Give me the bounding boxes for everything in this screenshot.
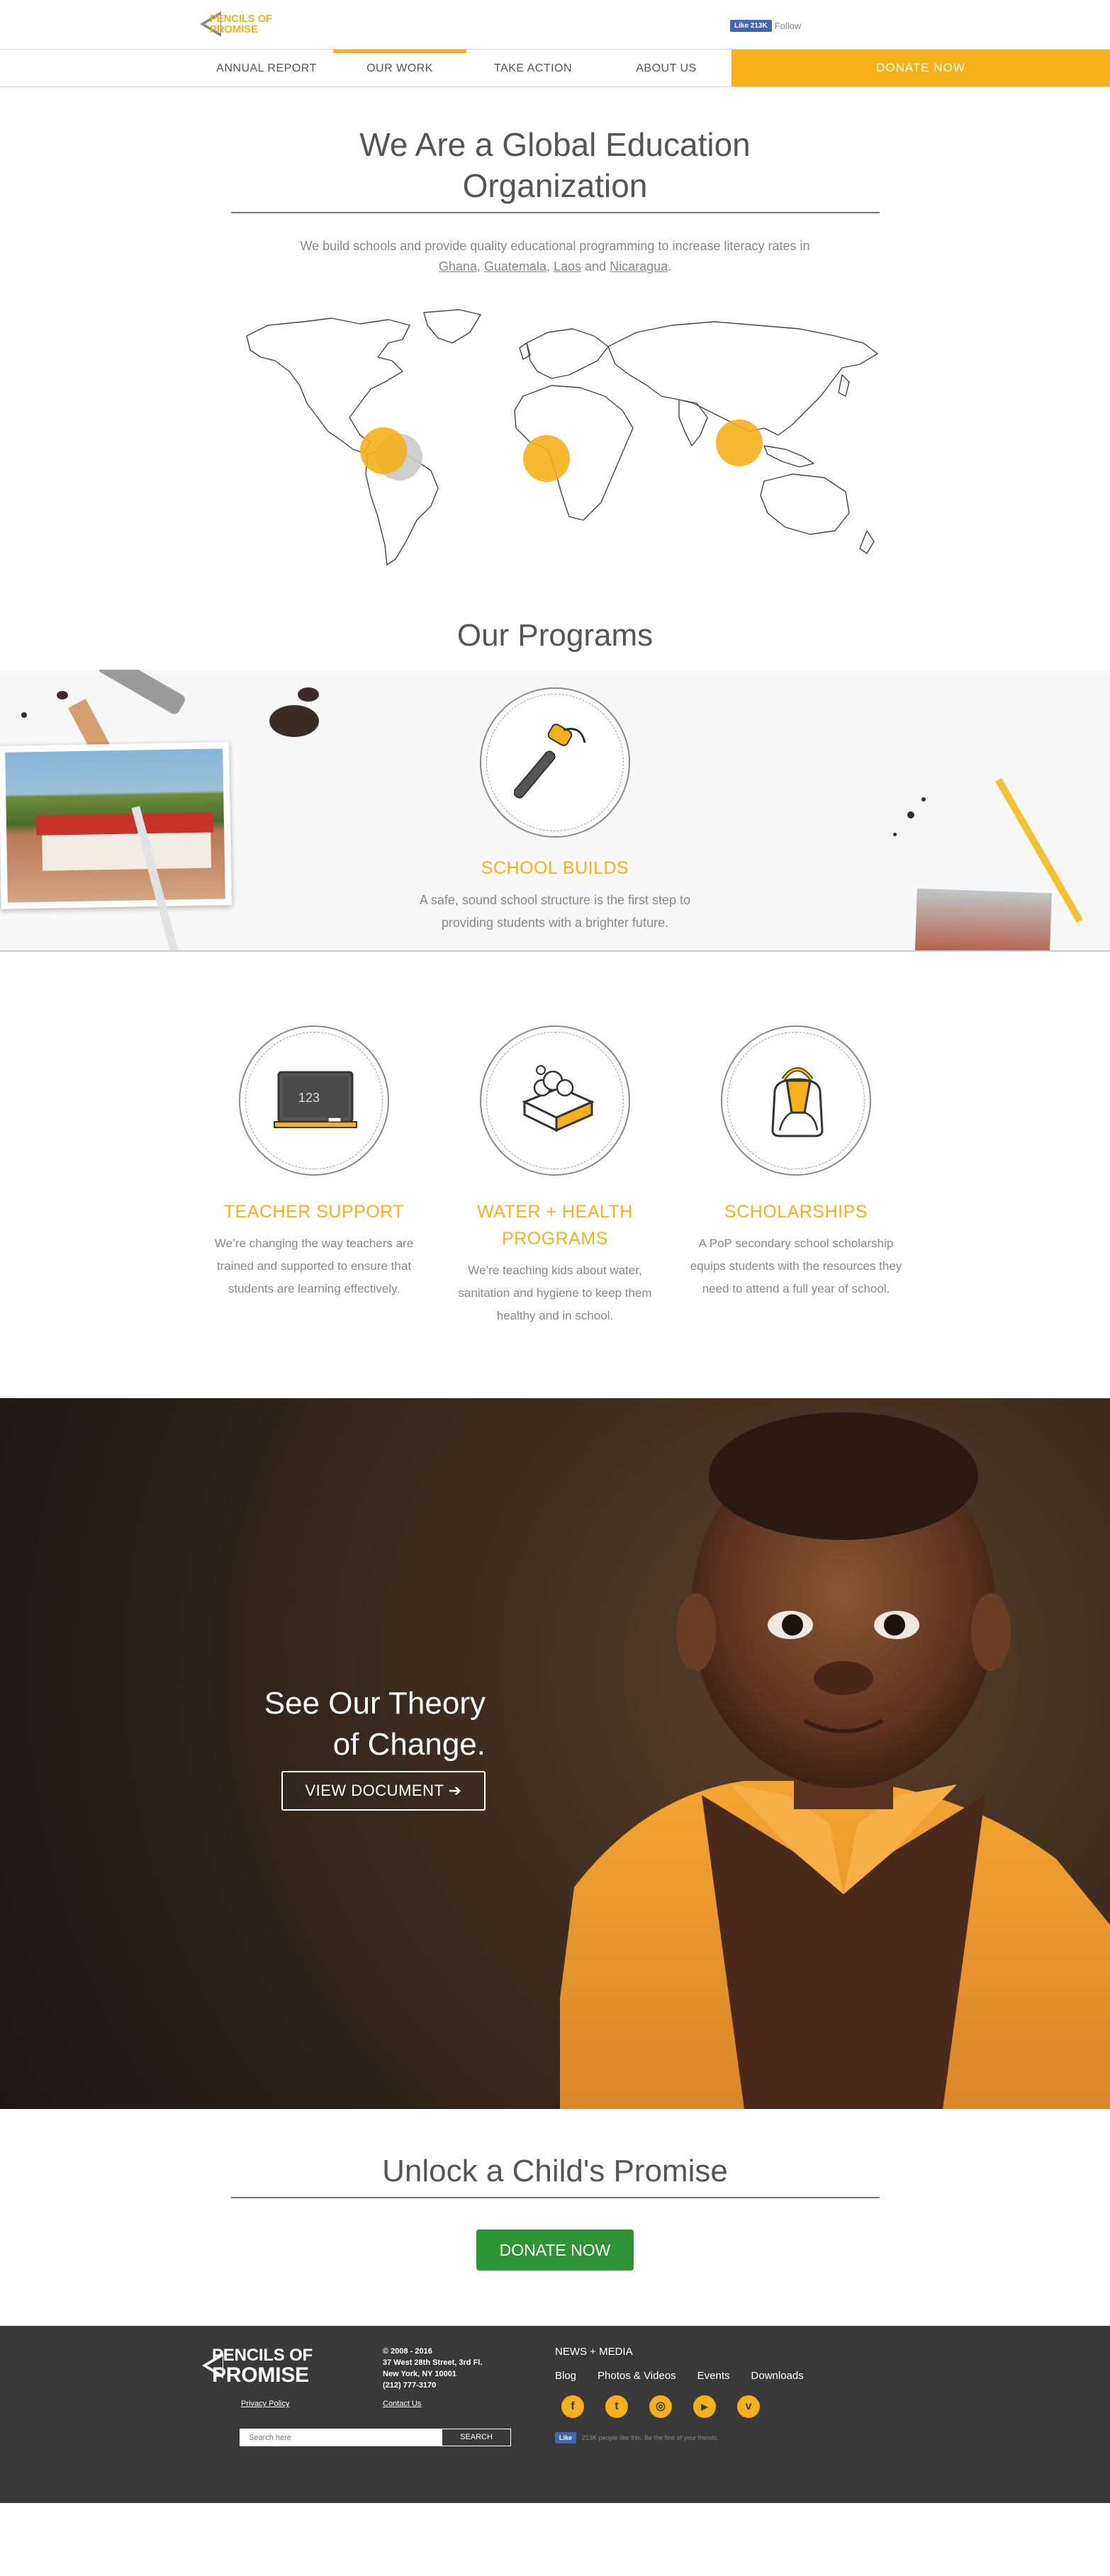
footer-address: © 2008 - 2016 37 West 28th Street, 3rd F… [383, 2347, 483, 2390]
school-builds-title: SCHOOL BUILDS [481, 858, 629, 878]
program-desc: We’re teaching kids about water, sanitat… [458, 1264, 652, 1322]
intro-text: We build schools and provide quality edu… [300, 239, 810, 274]
footer-facebook-like-text: 213K people like this. Be the first of y… [582, 2434, 719, 2441]
title-divider [230, 212, 880, 213]
nav-item-take-action[interactable]: TAKE ACTION [466, 50, 600, 86]
footer-search: SEARCH [240, 2429, 511, 2446]
footer-search-button[interactable]: SEARCH [442, 2429, 511, 2446]
country-link-laos[interactable]: Laos [554, 259, 581, 274]
footer-link-downloads[interactable]: Downloads [751, 2370, 804, 2382]
svg-text:123: 123 [298, 1091, 320, 1105]
view-document-button[interactable]: VIEW DOCUMENT ➔ [281, 1771, 486, 1811]
logo-text-bottom: PROMISE [210, 23, 258, 35]
hammer-icon [480, 687, 630, 838]
privacy-policy-link[interactable]: Privacy Policy [241, 2400, 289, 2408]
theory-of-change-hero: See Our Theory of Change. VIEW DOCUMENT … [0, 1398, 1110, 2109]
program-water-health: WATER + HEALTH PROGRAMS We’re teaching k… [449, 1025, 661, 1327]
programs-title: Our Programs [456, 618, 654, 653]
footer-search-input[interactable] [240, 2429, 442, 2446]
hero-heading: See Our Theory of Change. [264, 1686, 486, 1762]
footer-logo[interactable]: PENCILS OF PROMISE [202, 2346, 313, 2386]
program-teacher-support: 123 TEACHER SUPPORT We’re changing the w… [208, 1025, 420, 1327]
page-title: We Are a Global Education Organization [359, 126, 751, 204]
laos-marker[interactable] [716, 420, 763, 466]
social-links: f t ◎ ▶ v [561, 2395, 760, 2418]
news-media-heading: NEWS + MEDIA [555, 2346, 633, 2358]
site-logo[interactable]: PENCILS OF PROMISE [200, 11, 272, 37]
youtube-icon[interactable]: ▶ [693, 2395, 716, 2418]
country-link-guatemala[interactable]: Guatemala [484, 259, 546, 274]
student-photo [560, 1412, 1110, 2109]
facebook-follow-link[interactable]: Follow [775, 21, 802, 31]
chalkboard-icon: 123 [239, 1025, 389, 1176]
programs-grid: 123 TEACHER SUPPORT We’re changing the w… [0, 1025, 1110, 1327]
footer-facebook-like-button[interactable]: Like [555, 2432, 577, 2443]
footer-link-events[interactable]: Events [697, 2370, 730, 2382]
nav-donate-button[interactable]: DONATE NOW [731, 50, 1110, 86]
main-nav: ANNUAL REPORT OUR WORK TAKE ACTION ABOUT… [0, 50, 1110, 87]
facebook-like-button[interactable]: Like 213K [730, 20, 772, 32]
footer-menu: Blog Photos & Videos Events Downloads [555, 2370, 804, 2382]
school-builds-band: SCHOOL BUILDS A safe, sound school struc… [0, 670, 1110, 952]
facebook-widget: Like 213K Follow [730, 20, 801, 32]
program-scholarships: SCHOLARSHIPS A PoP secondary school scho… [690, 1025, 902, 1327]
soap-icon [480, 1025, 630, 1176]
hammer-head-decoration [96, 670, 187, 716]
twitter-icon[interactable]: t [605, 2395, 628, 2418]
nav-item-our-work[interactable]: OUR WORK [333, 50, 466, 86]
program-title: TEACHER SUPPORT [223, 1202, 405, 1222]
nav-item-about-us[interactable]: ABOUT US [600, 50, 733, 86]
guatemala-marker[interactable] [360, 427, 407, 474]
cta-divider [230, 2197, 880, 2198]
program-title: SCHOLARSHIPS [724, 1202, 868, 1222]
school-builds-desc: A safe, sound school structure is the fi… [419, 893, 691, 930]
cta-title: Unlock a Child's Promise [382, 2154, 728, 2188]
program-desc: We’re changing the way teachers are trai… [214, 1237, 414, 1295]
facebook-icon[interactable]: f [561, 2395, 584, 2418]
school-photo-right [914, 888, 1052, 950]
school-builds-card: SCHOOL BUILDS A safe, sound school struc… [413, 687, 697, 934]
world-map [225, 304, 885, 573]
vimeo-icon[interactable]: v [737, 2395, 760, 2418]
site-footer: PENCILS OF PROMISE © 2008 - 2016 37 West… [0, 2326, 1110, 2503]
contact-us-link[interactable]: Contact Us [383, 2400, 421, 2408]
site-header: PENCILS OF PROMISE Like 213K Follow [0, 0, 1110, 50]
program-title: WATER + HEALTH PROGRAMS [477, 1202, 633, 1249]
backpack-icon [721, 1025, 871, 1176]
donate-now-button[interactable]: DONATE NOW [476, 2229, 634, 2271]
footer-link-photos-videos[interactable]: Photos & Videos [598, 2370, 676, 2382]
ghana-marker[interactable] [523, 435, 570, 482]
intro-section: We Are a Global Education Organization W… [0, 124, 1110, 573]
footer-link-blog[interactable]: Blog [555, 2370, 576, 2382]
logo-text-top: PENCILS OF [210, 13, 273, 25]
school-photo [0, 742, 232, 909]
program-desc: A PoP secondary school scholarship equip… [690, 1237, 902, 1295]
nav-item-annual-report[interactable]: ANNUAL REPORT [200, 50, 333, 86]
country-link-ghana[interactable]: Ghana [439, 259, 477, 274]
footer-facebook-like: Like 213K people like this. Be the first… [555, 2432, 719, 2443]
country-link-nicaragua[interactable]: Nicaragua [610, 259, 668, 274]
instagram-icon[interactable]: ◎ [649, 2395, 672, 2418]
world-map-outline [246, 309, 878, 566]
